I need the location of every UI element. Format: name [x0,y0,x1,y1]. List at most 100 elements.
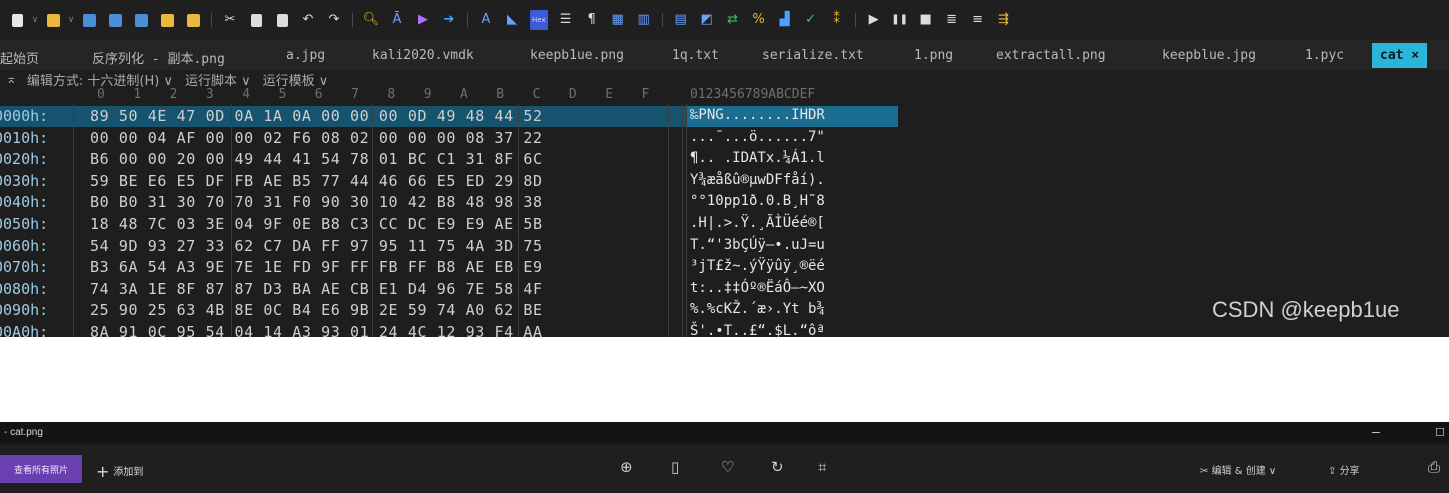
pin-icon[interactable]: ⌅ [6,72,17,87]
undo-icon[interactable]: ↶ [300,12,316,28]
rotate-icon[interactable]: ↻ [771,458,784,476]
save-icon[interactable] [81,12,97,28]
step-out-icon[interactable]: ⇶ [996,12,1012,28]
step-over-icon[interactable]: ≡ [970,12,986,28]
tab-9[interactable]: keepblue.jpg [1162,48,1256,63]
tab-8[interactable]: extractall.png [996,48,1106,63]
run-script-dropdown[interactable]: 运行脚本 ∨ [185,70,251,89]
crop-icon[interactable]: ⌗ [818,458,826,476]
save-all-icon[interactable] [133,12,149,28]
paste-icon[interactable] [274,12,290,28]
hex-editor-window: ∨ ∨ ✂ ↶ ↷ 🔍︎ Ā ▶ ➔ A ◣ Hex ☰ ¶ ▦ ▥ ▤ ◩ ⇄… [0,0,1449,337]
row-bytes[interactable]: 00 00 04 AF 00 00 02 F6 08 02 00 00 00 0… [90,129,543,147]
maximize-button[interactable]: ◻ [1435,424,1445,438]
zoom-icon[interactable]: ⊕ [620,458,633,476]
row-ascii[interactable]: ‰PNG........IHDR [690,107,825,123]
favorite-icon[interactable]: ♡ [721,458,734,476]
hex-row[interactable]: 00A0h: 8A 91 0C 95 54 04 14 A3 93 01 24 4… [0,322,1449,337]
tab-1[interactable]: 反序列化 - 副本.png [92,48,225,67]
row-ascii[interactable]: T.“'3bÇÚÿ—•.uJ=u [690,237,825,253]
hex-row[interactable]: 0040h: B0 B0 31 30 70 70 31 F0 90 30 10 4… [0,192,1449,214]
find-icon[interactable]: 🔍︎ [363,12,380,28]
separator [854,13,856,27]
row-bytes[interactable]: 54 9D 93 27 33 62 C7 DA FF 97 95 11 75 4… [90,237,543,255]
print-icon[interactable]: ⎙ [1428,458,1440,476]
pause-icon[interactable]: ❚❚ [891,12,908,28]
share-button[interactable]: ⇪ 分享 [1328,462,1360,477]
compare-icon[interactable]: ⇄ [725,12,741,28]
cut-icon[interactable]: ✂ [222,12,238,28]
tab-6[interactable]: serialize.txt [762,48,864,63]
find-in-files-icon[interactable]: ▶ [415,12,431,28]
checksum-icon[interactable]: ✓ [803,12,819,28]
replace-icon[interactable]: Ā [389,12,405,28]
edit-create-button[interactable]: ✂︎ 编辑 & 创建 ∨ [1200,462,1276,477]
tab-11[interactable]: cat × [1372,43,1428,68]
edit-icon: ✂︎ [1200,466,1212,477]
row-bytes[interactable]: 89 50 4E 47 0D 0A 1A 0A 00 00 00 0D 49 4… [90,107,543,125]
hex-row[interactable]: 0070h: B3 6A 54 A3 9E 7E 1E FD 9F FF FB F… [0,257,1449,279]
base-converter-icon[interactable]: ⁑ [829,12,845,28]
row-ascii[interactable]: t:..‡‡Óº®ËáÔ–~XO [690,280,825,296]
tab-5[interactable]: 1q.txt [672,48,719,63]
row-bytes[interactable]: 18 48 7C 03 3E 04 9F 0E B8 C3 CC DC E9 E… [90,215,543,233]
tab-3[interactable]: kali2020.vmdk [372,48,474,63]
tab-4[interactable]: keepb1ue.png [530,48,624,63]
hex-row[interactable]: 0060h: 54 9D 93 27 33 62 C7 DA FF 97 95 1… [0,236,1449,258]
hex-row[interactable]: 0030h: 59 BE E6 E5 DF FB AE B5 77 44 46 6… [0,171,1449,193]
redo-icon[interactable]: ↷ [326,12,342,28]
hex-row[interactable]: 0000h: 89 50 4E 47 0D 0A 1A 0A 00 00 00 0… [0,106,1449,128]
color-picker-icon[interactable]: ◩ [699,12,715,28]
hex-row[interactable]: 0010h: 00 00 04 AF 00 00 02 F6 08 02 00 0… [0,128,1449,150]
stop-icon[interactable]: ■ [918,12,934,28]
hex-row[interactable]: 0050h: 18 48 7C 03 3E 04 9F 0E B8 C3 CC D… [0,214,1449,236]
dropdown-icon[interactable]: ∨ [67,12,75,28]
row-ascii[interactable]: °°10pp1ð.0.B¸H˜8 [690,193,825,209]
row-bytes[interactable]: 8A 91 0C 95 54 04 14 A3 93 01 24 4C 12 9… [90,323,543,337]
hex-mode-icon[interactable]: Hex [530,10,548,30]
open-folder-icon[interactable] [45,12,61,28]
highlight-icon[interactable]: ◣ [504,12,520,28]
tab-10[interactable]: 1.pyc [1305,48,1344,63]
row-bytes[interactable]: 74 3A 1E 8F 87 87 D3 BA AE CB E1 D4 96 7… [90,280,543,298]
row-bytes[interactable]: B0 B0 31 30 70 70 31 F0 90 30 10 42 B8 4… [90,193,543,211]
histogram-icon[interactable]: ▟ [777,12,793,28]
row-ascii[interactable]: Š'.•T..£“.$L.“ôª [690,323,825,337]
row-ascii[interactable]: ³jT£ž~.ýŸÿûÿ¸®ëé [690,258,825,274]
dropdown-icon[interactable]: ∨ [31,12,39,28]
new-file-icon[interactable] [9,12,25,28]
folder-icon[interactable] [159,12,175,28]
calculator-icon[interactable]: ▤ [673,12,689,28]
minimize-button[interactable]: – [1372,423,1380,439]
add-to-button[interactable]: + 添加到 [96,462,143,481]
row-ascii[interactable]: %.%cKŽ.´æ›.Yt b¾ [690,301,825,317]
delete-icon[interactable]: ▯ [671,458,679,476]
tab-7[interactable]: 1.png [914,48,953,63]
tab-2[interactable]: a.jpg [286,48,325,63]
row-bytes[interactable]: B6 00 00 20 00 49 44 41 54 78 01 BC C1 3… [90,150,543,168]
goto-icon[interactable]: ➔ [441,12,457,28]
workspace-icon[interactable] [185,12,201,28]
tab-0[interactable]: 起始页 [0,48,39,67]
row-ascii[interactable]: Y¾æåßû®µwDFfåí). [690,172,825,188]
pilcrow-icon[interactable]: ¶ [584,12,600,28]
row-ascii[interactable]: ¶.. .IDATx.¼Á1.l [690,150,825,166]
binary-icon[interactable]: ▥ [636,12,652,28]
text-mode-icon[interactable]: ☰ [558,12,574,28]
save-as-icon[interactable] [107,12,123,28]
font-icon[interactable]: A [478,12,494,28]
edit-mode-dropdown[interactable]: 编辑方式: 十六进制(H) ∨ [27,70,173,89]
row-ascii[interactable]: .H|.>.Ÿ.¸ÃÌÜéé®[ [690,215,825,231]
run-icon[interactable]: ▶ [866,12,882,28]
run-template-dropdown[interactable]: 运行模板 ∨ [263,70,329,89]
percent-icon[interactable]: % [751,12,767,28]
row-bytes[interactable]: 25 90 25 63 4B 8E 0C B4 E6 9B 2E 59 74 A… [90,301,543,319]
row-bytes[interactable]: 59 BE E6 E5 DF FB AE B5 77 44 46 66 E5 E… [90,172,543,190]
step-icon[interactable]: ≣ [944,12,960,28]
copy-icon[interactable] [248,12,264,28]
all-photos-button[interactable]: 查看所有照片 [0,455,82,483]
row-ascii[interactable]: ...¯...ö......7" [690,129,825,145]
columns-icon[interactable]: ▦ [610,12,626,28]
hex-row[interactable]: 0020h: B6 00 00 20 00 49 44 41 54 78 01 B… [0,149,1449,171]
row-bytes[interactable]: B3 6A 54 A3 9E 7E 1E FD 9F FF FB FF B8 A… [90,258,543,276]
